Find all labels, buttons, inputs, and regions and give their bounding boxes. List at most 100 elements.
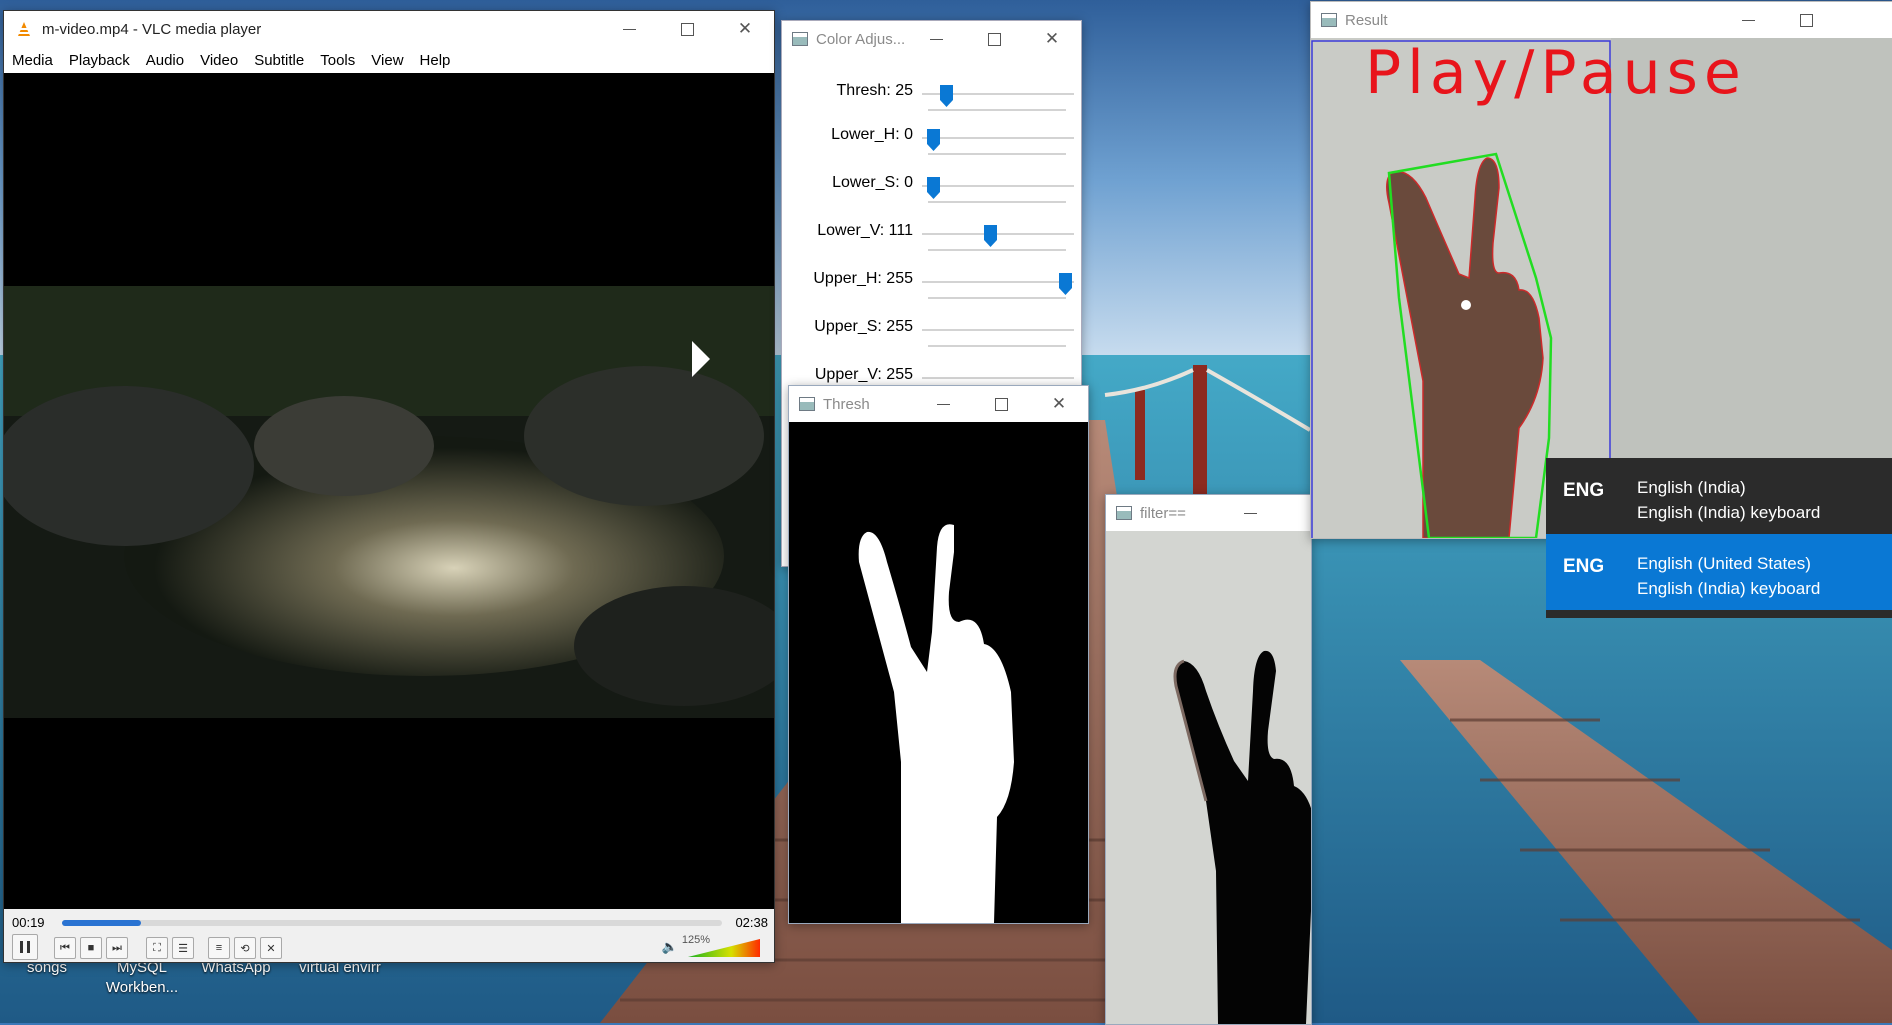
- trackbar-row: Lower_V: 111: [782, 222, 1081, 262]
- previous-icon: ⏮: [60, 941, 70, 954]
- loop-button[interactable]: ⟲: [234, 937, 256, 959]
- window-title: filter==: [1140, 504, 1186, 522]
- menu-playback[interactable]: Playback: [69, 52, 130, 69]
- stop-button[interactable]: ■: [80, 937, 102, 959]
- keyboard-name: English (India) keyboard: [1637, 503, 1821, 522]
- extended-settings-button[interactable]: ☰: [172, 937, 194, 959]
- minimize-button[interactable]: [1719, 2, 1777, 38]
- trackbar-row: Thresh: 25: [782, 82, 1081, 122]
- trackbar-label: Thresh: 25: [836, 82, 913, 99]
- video-area[interactable]: [4, 73, 774, 909]
- filter-titlebar[interactable]: filter==: [1106, 495, 1311, 531]
- pause-icon: [20, 941, 30, 953]
- equalizer-icon: ☰: [178, 942, 188, 955]
- minimize-button[interactable]: [914, 386, 972, 422]
- maximize-button[interactable]: [965, 21, 1023, 57]
- maximize-button[interactable]: [1777, 2, 1835, 38]
- trackbar-thumb[interactable]: [1059, 273, 1072, 295]
- trackbar-track[interactable]: [922, 185, 1074, 187]
- vlc-menubar: Media Playback Audio Video Subtitle Tool…: [4, 47, 774, 73]
- thresh-window[interactable]: Thresh: [788, 385, 1089, 924]
- shuffle-button[interactable]: ✕: [260, 937, 282, 959]
- shuffle-icon: ✕: [266, 942, 276, 955]
- trackbar-track[interactable]: [922, 281, 1074, 283]
- fullscreen-button[interactable]: ⛶: [146, 937, 168, 959]
- desktop-icon-mysql[interactable]: MySQL Workben...: [92, 958, 192, 998]
- trackbar-track[interactable]: [922, 137, 1074, 139]
- time-total: 02:38: [735, 915, 768, 930]
- speaker-icon[interactable]: 🔈: [662, 939, 678, 955]
- trackbar-thumb[interactable]: [940, 85, 954, 107]
- loop-icon: ⟲: [240, 942, 250, 955]
- trackbar-thumb[interactable]: [927, 177, 940, 199]
- menu-subtitle[interactable]: Subtitle: [254, 52, 304, 69]
- trackbar-track[interactable]: [922, 377, 1074, 379]
- trackbar-track[interactable]: [922, 233, 1074, 235]
- vlc-window[interactable]: m-video.mp4 - VLC media player Media Pla…: [3, 10, 775, 963]
- close-button[interactable]: [716, 11, 774, 47]
- menu-audio[interactable]: Audio: [146, 52, 184, 69]
- filter-window[interactable]: filter==: [1105, 494, 1312, 1025]
- playlist-button[interactable]: ≡: [208, 937, 230, 959]
- trackbar-underline: [928, 201, 1066, 203]
- language-option-united-states[interactable]: ENG English (United States) English (Ind…: [1546, 534, 1892, 610]
- seek-progress: [62, 920, 142, 926]
- trackbar-underline: [928, 109, 1066, 111]
- window-title: Color Adjus...: [816, 30, 906, 48]
- pause-button[interactable]: [12, 934, 38, 960]
- trackbar-underline: [928, 249, 1066, 251]
- menu-tools[interactable]: Tools: [320, 52, 355, 69]
- minimize-button[interactable]: [907, 21, 965, 57]
- window-icon: [1321, 13, 1337, 27]
- window-title: Thresh: [823, 395, 870, 413]
- window-icon: [799, 397, 815, 411]
- gesture-label: Play/Pause: [1365, 38, 1747, 108]
- close-button[interactable]: [1030, 386, 1088, 422]
- trackbar-track[interactable]: [922, 329, 1074, 331]
- next-button[interactable]: ⏭: [106, 937, 128, 959]
- trackbar-row: Lower_S: 0: [782, 174, 1081, 214]
- trackbar-label: Lower_V: 111: [817, 222, 913, 239]
- volume-slider[interactable]: [688, 939, 760, 957]
- minimize-button[interactable]: [1221, 495, 1279, 531]
- trackbar-row: Lower_H: 0: [782, 126, 1081, 166]
- language-code: ENG: [1563, 556, 1605, 577]
- playlist-icon: ≡: [215, 942, 223, 954]
- centroid-dot: [1461, 300, 1471, 310]
- trackbar-underline: [928, 345, 1066, 347]
- video-frame: [4, 286, 774, 718]
- trackbar-thumb[interactable]: [984, 225, 998, 247]
- trackbar-label: Lower_S: 0: [832, 174, 913, 191]
- threshold-image: [789, 422, 1088, 923]
- previous-button[interactable]: ⏮: [54, 937, 76, 959]
- maximize-button[interactable]: [658, 11, 716, 47]
- minimize-button[interactable]: [600, 11, 658, 47]
- language-name: English (United States): [1637, 554, 1811, 573]
- vlc-titlebar[interactable]: m-video.mp4 - VLC media player: [4, 11, 774, 47]
- keyboard-name: English (India) keyboard: [1637, 579, 1821, 598]
- language-option-india[interactable]: ENG English (India) English (India) keyb…: [1546, 458, 1892, 534]
- maximize-button[interactable]: [972, 386, 1030, 422]
- window-title: Result: [1345, 11, 1388, 29]
- color-adjust-titlebar[interactable]: Color Adjus...: [782, 21, 1081, 57]
- menu-video[interactable]: Video: [200, 52, 238, 69]
- menu-help[interactable]: Help: [420, 52, 451, 69]
- menu-media[interactable]: Media: [12, 52, 53, 69]
- vlc-controls: 00:19 02:38 ⏮ ■ ⏭ ⛶ ☰ ≡ ⟲ ✕ 🔈 125%: [4, 909, 774, 962]
- language-name: English (India): [1637, 478, 1746, 497]
- trackbar-label: Upper_S: 255: [814, 318, 913, 335]
- trackbar-label: Upper_H: 255: [813, 270, 913, 287]
- window-icon: [1116, 506, 1132, 520]
- fullscreen-icon: ⛶: [153, 941, 161, 954]
- thresh-titlebar[interactable]: Thresh: [789, 386, 1088, 422]
- trackbar-thumb[interactable]: [927, 129, 940, 151]
- close-button[interactable]: [1023, 21, 1081, 57]
- filtered-image: [1106, 531, 1311, 1024]
- hand-silhouette: [1173, 650, 1311, 1024]
- next-icon: ⏭: [112, 941, 122, 954]
- desktop-icons: songs MySQL Workben... WhatsApp virtual …: [0, 958, 400, 1018]
- result-titlebar[interactable]: Result: [1311, 2, 1892, 38]
- seek-bar[interactable]: [62, 920, 722, 926]
- trackbar-underline: [928, 297, 1066, 299]
- menu-view[interactable]: View: [371, 52, 403, 69]
